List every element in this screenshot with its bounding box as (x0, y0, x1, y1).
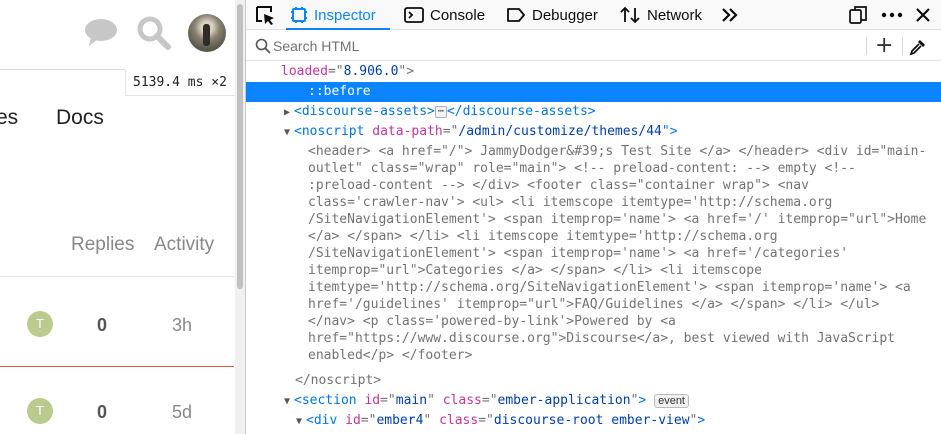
page-scrollbar-thumb[interactable] (237, 4, 243, 289)
tag-open[interactable]: <div (306, 413, 337, 428)
dock-icon (849, 6, 867, 24)
poster-avatar[interactable]: T (27, 398, 53, 424)
more-tools-button[interactable] (720, 0, 746, 30)
collapse-toggle-icon[interactable]: ▼ (284, 392, 294, 412)
column-header-activity[interactable]: Activity (154, 234, 214, 256)
tag-end: > (697, 413, 706, 428)
nav-link-partial[interactable]: es (0, 106, 18, 130)
tab-network[interactable]: Network (619, 0, 702, 30)
attr-value[interactable]: 8.906.0 (344, 64, 399, 79)
attr-close: "> (398, 64, 415, 79)
tab-inspector[interactable]: Inspector (290, 0, 376, 30)
toolbar-separator (902, 37, 903, 55)
profiler-badge[interactable]: 5139.4 ms ×2 (125, 70, 240, 96)
search-icon[interactable] (136, 15, 172, 51)
markup-line[interactable]: </noscript> (246, 371, 941, 391)
markup-line[interactable]: ▶ <discourse-assets> ⋯ </discourse-assets> (246, 102, 941, 122)
debugger-icon (507, 8, 525, 22)
close-devtools-button[interactable] (914, 0, 938, 30)
eyedropper-icon[interactable] (909, 38, 927, 56)
profiler-time: 5139.4 (133, 75, 180, 90)
attr-name[interactable]: loaded (281, 64, 328, 79)
element-picker-button[interactable] (254, 0, 282, 30)
page-viewport: 5139.4 ms ×2 es Docs Replies Activity T … (0, 0, 245, 434)
attr-name[interactable]: data-path (372, 124, 442, 139)
tag-open[interactable]: <section (294, 393, 357, 408)
markup-line[interactable]: loaded="8.906.0"> (246, 62, 941, 82)
add-node-button[interactable]: + (875, 35, 893, 57)
markup-line[interactable]: ▼ <section id="main" class="ember-applica… (246, 391, 941, 411)
profiler-mult: ×2 (211, 75, 227, 90)
tab-inspector-label: Inspector (314, 6, 376, 24)
toolbar-separator (866, 37, 867, 55)
tag-end: "> (661, 124, 678, 139)
devtools-menu-button[interactable] (880, 0, 910, 30)
tab-network-label: Network (647, 6, 703, 24)
attr-name[interactable]: id (364, 393, 380, 408)
tag-end: > (638, 393, 647, 408)
attr-value[interactable]: /admin/customize/themes/44 (458, 124, 662, 139)
attr-value[interactable]: main (396, 393, 427, 408)
tab-debugger-label: Debugger (532, 6, 598, 24)
search-glass-icon (255, 38, 271, 54)
devtools-panel: Inspector Console Debugger Network Searc… (246, 0, 941, 434)
tag-close[interactable]: </noscript> (295, 373, 381, 388)
replies-count: 0 (97, 402, 108, 422)
tag-open[interactable]: <discourse-assets> (294, 104, 435, 119)
event-badge[interactable]: event (654, 393, 689, 408)
avatar[interactable] (188, 14, 226, 52)
inspector-icon (291, 7, 307, 23)
collapsed-children-button[interactable]: ⋯ (434, 105, 447, 118)
tag-open[interactable]: <noscript (294, 124, 364, 139)
dock-button[interactable] (848, 0, 874, 30)
tag-close[interactable]: </discourse-assets> (447, 104, 596, 119)
profiler-unit: ms (187, 75, 204, 90)
add-node-icon: + (875, 33, 894, 58)
attr-value[interactable]: ember4 (376, 413, 423, 428)
markup-line[interactable]: ▼ <noscript data-path="/admin/customize/t… (246, 122, 941, 142)
noscript-text[interactable]: enabled</p> </footer> (246, 346, 941, 366)
expand-toggle-icon[interactable]: ▶ (284, 103, 294, 123)
nav-link-docs[interactable]: Docs (56, 106, 104, 130)
close-icon (916, 8, 930, 22)
attr-name[interactable]: class (439, 413, 478, 428)
markup-search-bar: + (246, 31, 941, 61)
replies-count: 0 (97, 315, 108, 335)
picker-icon (256, 6, 274, 25)
markup-line[interactable]: ▼ <div id="ember4" class="discourse-root … (246, 411, 941, 431)
active-tab-indicator (286, 28, 390, 30)
tab-debugger[interactable]: Debugger (506, 0, 598, 30)
menu-icon (881, 12, 903, 18)
row-divider (0, 276, 234, 277)
chat-icon[interactable] (83, 17, 119, 47)
search-html-input[interactable] (273, 36, 833, 56)
more-tools-icon (722, 8, 738, 22)
activity-time[interactable]: 5d (172, 402, 192, 423)
tab-console-label: Console (430, 6, 486, 24)
attr-value[interactable]: ember-application (498, 393, 631, 408)
attr-name[interactable]: class (443, 393, 482, 408)
last-visit-divider (0, 366, 234, 367)
devtools-toolbar: Inspector Console Debugger Network (246, 0, 941, 30)
attr-name[interactable]: id (345, 413, 361, 428)
attr-eq: =" (327, 64, 344, 79)
console-icon (404, 7, 424, 23)
collapse-toggle-icon[interactable]: ▼ (296, 412, 306, 432)
tab-console[interactable]: Console (404, 0, 485, 30)
collapse-toggle-icon[interactable]: ▼ (284, 123, 294, 143)
markup-view[interactable]: loaded="8.906.0"> ::before ▶ <discourse-a… (246, 62, 941, 434)
attr-value[interactable]: discourse-root ember-view (494, 413, 690, 428)
markup-line-selected[interactable]: ::before (246, 82, 941, 102)
attr-eq: =" (442, 124, 459, 139)
network-icon (620, 6, 640, 24)
pseudo-element[interactable]: ::before (308, 84, 371, 99)
activity-time[interactable]: 3h (172, 315, 192, 336)
poster-avatar[interactable]: T (27, 311, 53, 337)
header-divider (0, 69, 125, 70)
column-header-replies[interactable]: Replies (71, 234, 134, 256)
